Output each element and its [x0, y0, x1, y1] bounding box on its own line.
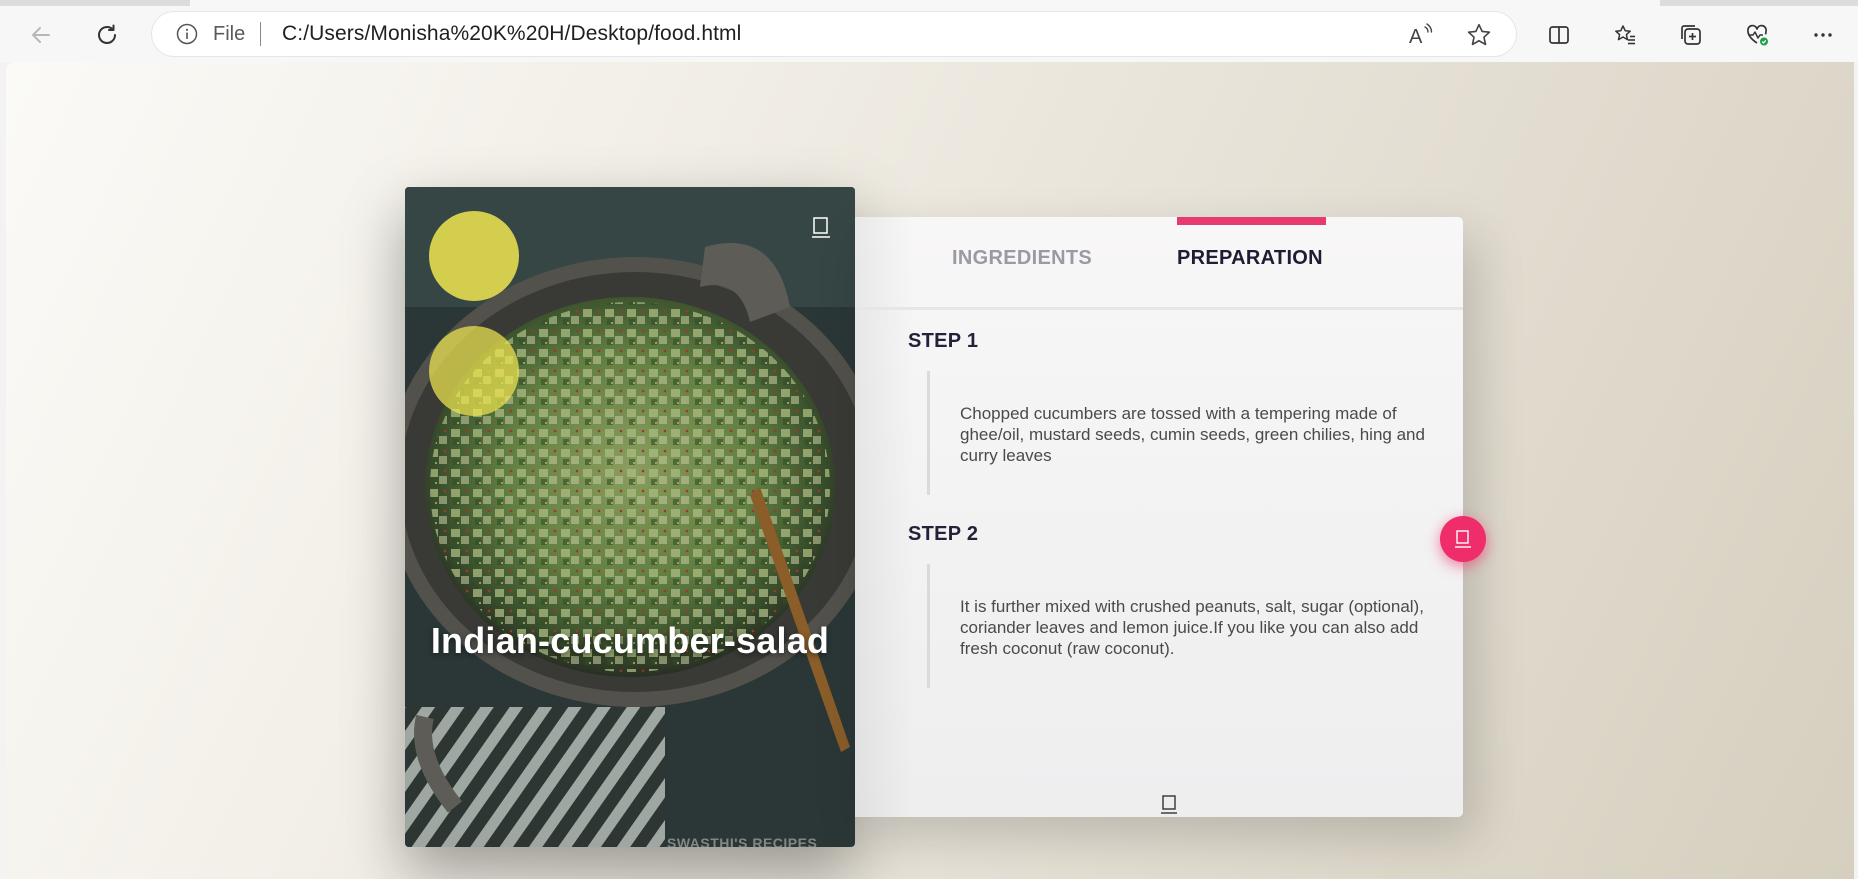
active-tab-indicator	[1177, 217, 1326, 225]
read-aloud-icon[interactable]: A	[1408, 22, 1434, 48]
fab-icon	[1455, 530, 1471, 548]
scheme-label: File	[213, 23, 246, 45]
more-icon	[1814, 33, 1832, 37]
svg-text:A: A	[1409, 26, 1423, 48]
refresh-icon	[98, 24, 116, 44]
step-2-text: It is further mixed with crushed peanuts…	[960, 597, 1424, 658]
address-separator	[260, 22, 261, 46]
recipe-title: Indian-cucumber-salad	[430, 620, 830, 661]
collections-button[interactable]	[1672, 16, 1710, 54]
decor-circle-bottom	[429, 326, 519, 416]
star-icon[interactable]	[1466, 22, 1492, 48]
back-button[interactable]	[22, 16, 60, 54]
recipe-image-card: Indian-cucumber-salad SWASTHI'S RECIPES	[405, 187, 855, 847]
browser-essentials-icon	[1746, 24, 1768, 46]
step-1-line	[927, 371, 930, 495]
tab-divider	[855, 307, 1463, 310]
step-1-title: STEP 1	[908, 330, 979, 352]
favorites-button[interactable]	[1606, 16, 1644, 54]
recipe-details-panel: INGREDIENTS PREPARATION STEP 1 Chopped c…	[855, 217, 1463, 817]
floating-action-button[interactable]	[1440, 516, 1486, 562]
info-icon[interactable]	[176, 23, 198, 45]
tab-ingredients[interactable]: INGREDIENTS	[952, 247, 1092, 270]
step-1-text: Chopped cucumbers are tossed with a temp…	[960, 404, 1425, 465]
decor-circle-top	[429, 211, 519, 301]
step-2-line	[927, 564, 930, 688]
browser-toolbar: File C:/Users/Monisha%20K%20H/Desktop/fo…	[0, 6, 1858, 62]
photo-watermark: SWASTHI'S RECIPES	[667, 835, 818, 847]
panel-footer-icon[interactable]	[1160, 793, 1178, 815]
favorites-list-icon	[1615, 25, 1635, 45]
split-screen-button[interactable]	[1540, 16, 1578, 54]
more-button[interactable]	[1804, 16, 1842, 54]
browser-essentials-button[interactable]	[1738, 16, 1776, 54]
bookmark-icon[interactable]	[811, 215, 831, 239]
address-bar[interactable]: File C:/Users/Monisha%20K%20H/Desktop/fo…	[152, 12, 1516, 56]
tab-preparation[interactable]: PREPARATION	[1177, 247, 1323, 270]
back-arrow-icon	[32, 27, 50, 43]
refresh-button[interactable]	[88, 16, 126, 54]
url-text[interactable]: C:/Users/Monisha%20K%20H/Desktop/food.ht…	[282, 23, 741, 45]
collections-icon	[1681, 25, 1701, 45]
split-screen-icon	[1549, 26, 1569, 44]
page-viewport: Indian-cucumber-salad SWASTHI'S RECIPES …	[6, 62, 1854, 879]
step-2-title: STEP 2	[908, 523, 979, 545]
